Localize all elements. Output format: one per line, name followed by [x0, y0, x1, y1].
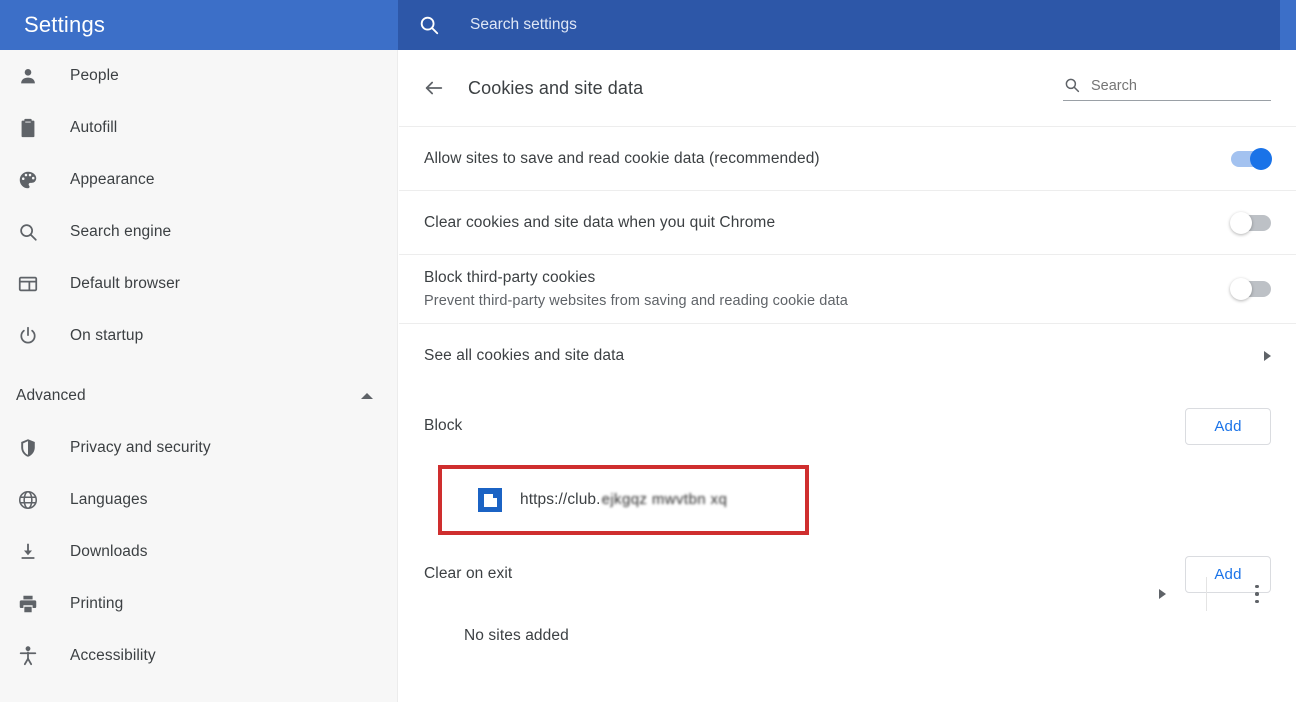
sidebar-advanced-toggle[interactable]: Advanced	[0, 370, 397, 422]
arrow-left-icon[interactable]	[417, 71, 451, 105]
caret-right-icon[interactable]	[1159, 589, 1166, 599]
toggle-block-third-party[interactable]	[1230, 278, 1271, 300]
setting-title: Block third-party cookies	[424, 269, 596, 286]
sidebar-item-autofill[interactable]: Autofill	[0, 102, 397, 154]
sidebar-item-label: Accessibility	[70, 647, 156, 664]
sidebar-item-label: Autofill	[70, 119, 118, 136]
sidebar-item-languages[interactable]: Languages	[0, 474, 397, 526]
settings-page: Settings People	[0, 0, 1296, 702]
settings-search-input[interactable]	[1091, 77, 1271, 94]
block-add-button[interactable]: Add	[1185, 407, 1271, 445]
clear-on-exit-title: Clear on exit	[424, 565, 513, 582]
sidebar-item-downloads[interactable]: Downloads	[0, 526, 397, 578]
shield-icon	[16, 436, 40, 460]
settings-subpage-search[interactable]	[1063, 76, 1271, 101]
sidebar-item-label: Printing	[70, 595, 124, 612]
printer-icon	[16, 592, 40, 616]
setting-title: Allow sites to save and read cookie data…	[424, 149, 820, 167]
top-header-bar: Settings	[0, 0, 1296, 50]
palette-icon	[16, 168, 40, 192]
blocked-site-actions	[1159, 566, 1271, 622]
block-section-header: Block Add	[399, 387, 1296, 465]
sidebar-item-label: Appearance	[70, 171, 155, 188]
sidebar-item-label: On startup	[70, 327, 144, 344]
setting-title: See all cookies and site data	[424, 346, 625, 364]
block-section-title: Block	[424, 417, 463, 434]
sidebar-item-label: Downloads	[70, 543, 148, 560]
main-content: Cookies and site data Allow sites to sav…	[399, 50, 1296, 702]
sidebar-nav: People Autofill Appearance Search engine…	[0, 50, 398, 702]
sidebar-item-label: Default browser	[70, 275, 181, 292]
caret-up-icon	[361, 393, 373, 399]
setting-subtitle: Prevent third-party websites from saving…	[424, 293, 848, 309]
setting-row-allow-cookies[interactable]: Allow sites to save and read cookie data…	[399, 126, 1296, 190]
sidebar-item-label: Search engine	[70, 223, 172, 240]
search-icon	[418, 14, 440, 36]
search-icon	[16, 220, 40, 244]
accessibility-icon	[16, 644, 40, 668]
sidebar-item-people[interactable]: People	[0, 50, 397, 102]
setting-row-block-third-party[interactable]: Block third-party cookies Prevent third-…	[399, 254, 1296, 323]
clipboard-icon	[16, 116, 40, 140]
sidebar-advanced-label: Advanced	[16, 387, 86, 404]
blue-window-favicon	[478, 488, 502, 512]
toggle-clear-on-quit[interactable]	[1230, 211, 1271, 234]
blocked-site-url: https://club.ejkgqz mwvtbn xq	[520, 491, 728, 509]
redacted-url-part: ejkgqz mwvtbn xq	[601, 491, 728, 509]
vertical-divider	[1206, 577, 1207, 611]
setting-row-texts: Clear cookies and site data when you qui…	[424, 200, 1231, 246]
setting-row-texts: Allow sites to save and read cookie data…	[424, 136, 1231, 182]
sidebar-item-label: Privacy and security	[70, 439, 211, 456]
blocked-site-row[interactable]: https://club.ejkgqz mwvtbn xq	[438, 465, 809, 535]
download-icon	[16, 540, 40, 564]
more-vertical-icon[interactable]	[1243, 580, 1271, 608]
sidebar-item-accessibility[interactable]: Accessibility	[0, 630, 397, 682]
global-search-bar[interactable]	[398, 0, 1280, 50]
setting-row-texts: See all cookies and site data	[424, 333, 1264, 379]
sidebar-item-label: People	[70, 67, 119, 84]
toggle-allow-cookies[interactable]	[1231, 147, 1272, 170]
sidebar-item-default-browser[interactable]: Default browser	[0, 258, 397, 310]
browser-window-icon	[16, 272, 40, 296]
page-title: Cookies and site data	[468, 77, 644, 98]
globe-icon	[16, 488, 40, 512]
sidebar-item-on-startup[interactable]: On startup	[0, 310, 397, 362]
person-icon	[16, 64, 40, 88]
sidebar-item-search-engine[interactable]: Search engine	[0, 206, 397, 258]
sidebar-item-privacy-and-security[interactable]: Privacy and security	[0, 422, 397, 474]
search-icon	[1063, 76, 1081, 94]
sidebar-item-label: Languages	[70, 491, 148, 508]
app-title: Settings	[24, 12, 106, 37]
global-search-input[interactable]	[470, 16, 1070, 34]
caret-right-icon	[1264, 350, 1271, 361]
page-header: Cookies and site data	[399, 50, 1296, 126]
sidebar-item-printing[interactable]: Printing	[0, 578, 397, 630]
sidebar-item-appearance[interactable]: Appearance	[0, 154, 397, 206]
setting-row-texts: Block third-party cookies Prevent third-…	[424, 255, 1231, 323]
power-icon	[16, 324, 40, 348]
setting-title: Clear cookies and site data when you qui…	[424, 213, 776, 231]
setting-row-see-all-cookies[interactable]: See all cookies and site data	[399, 323, 1296, 387]
setting-row-clear-on-quit[interactable]: Clear cookies and site data when you qui…	[399, 190, 1296, 254]
